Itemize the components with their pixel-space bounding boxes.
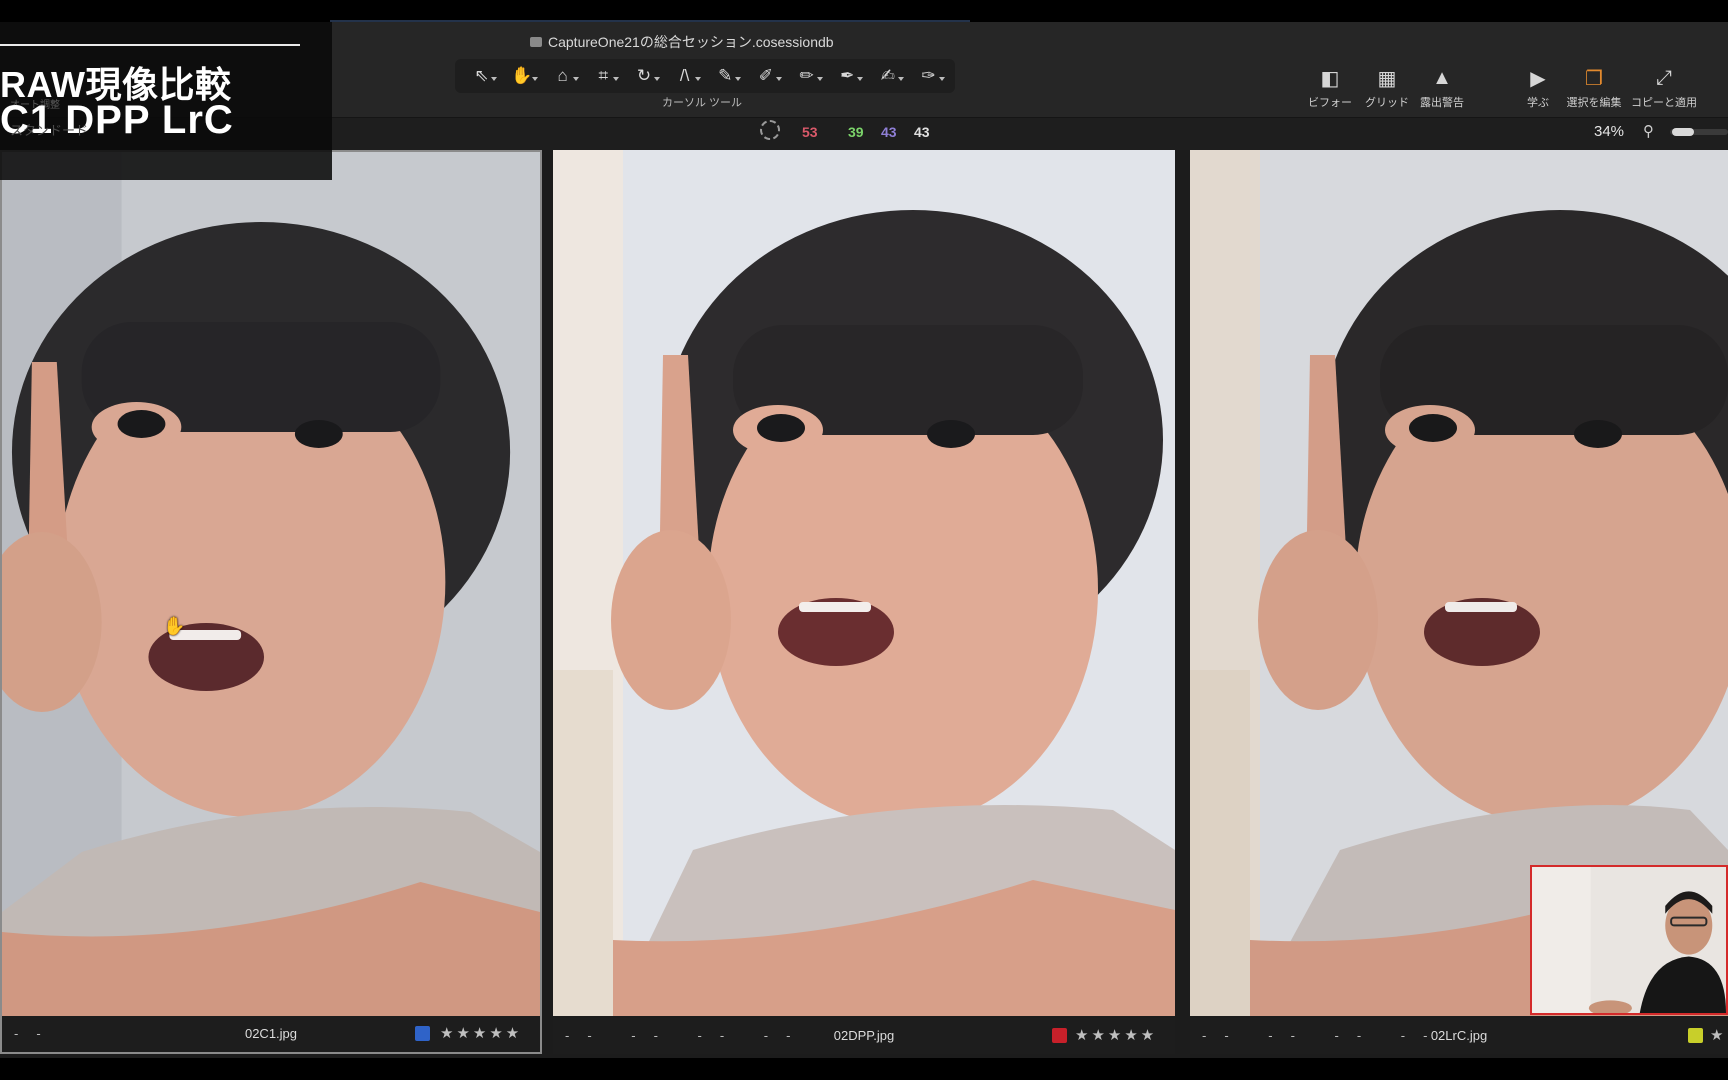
exposure-warning-button-label: 露出警告 — [1420, 97, 1464, 109]
crop-tool-icon[interactable]: ⌗ — [586, 62, 620, 90]
zoom-magnifier-icon[interactable]: ⚲ — [1643, 122, 1654, 140]
stack-icon: ❐ — [1585, 67, 1603, 90]
draw-mask-tool-icon[interactable]: ✎ — [708, 62, 742, 90]
gradient-mask-tool-icon[interactable]: ✏ — [790, 62, 824, 90]
copy-apply-button-label: コピーと適用 — [1631, 97, 1697, 109]
zoom-slider-knob[interactable] — [1672, 128, 1694, 136]
keystone-tool-icon[interactable]: /\ — [668, 62, 702, 90]
color-label-swatch[interactable] — [1052, 1028, 1067, 1043]
straighten-tool-icon[interactable]: ⌂ — [546, 62, 580, 90]
select-tool-icon[interactable]: ⇖ — [464, 62, 498, 90]
cursor-tools-label: カーソル ツール — [662, 97, 743, 109]
image-panel-c1[interactable]: -- 02C1.jpg ★★★★★ — [0, 150, 542, 1054]
rotate-tool-icon[interactable]: ↻ — [627, 62, 661, 90]
presenter-video — [1532, 867, 1726, 1013]
loading-spinner-icon — [760, 120, 780, 140]
portrait-image — [2, 152, 540, 1018]
exposure-warning-button[interactable]: ▲ 露出警告 — [1407, 62, 1477, 110]
video-title-overlay: RAW現像比較 オート調整 C1 DPP LrC スタンドード — [0, 22, 332, 180]
star-rating[interactable]: ★★★★★ — [440, 1024, 522, 1042]
healing-tool-icon[interactable]: ✍ — [871, 62, 905, 90]
picker-tool-icon[interactable]: ✒ — [830, 62, 864, 90]
caption-bar-c1: -- 02C1.jpg ★★★★★ — [2, 1016, 540, 1052]
count-green: 39 — [848, 124, 864, 140]
document-title-text: CaptureOne21の総合セッション.cosessiondb — [548, 34, 834, 50]
color-label-swatch[interactable] — [415, 1026, 430, 1041]
hand-cursor-icon: ✋ — [163, 616, 186, 636]
webcam-inset — [1530, 865, 1728, 1015]
caption-bar-lrc: -- -- -- -- 02LrC.jpg ★ — [1190, 1018, 1728, 1054]
count-red: 53 — [802, 124, 818, 140]
zoom-level: 34% — [1594, 123, 1625, 140]
bottom-black-band — [0, 1058, 1728, 1080]
warning-icon: ▲ — [1432, 66, 1452, 89]
portrait-image — [553, 150, 1175, 1016]
session-icon — [530, 37, 542, 47]
capture-one-window: CaptureOne21の総合セッション.cosessiondb ⇖ ✋ ⌂ ⌗ ↻/\… — [0, 0, 1728, 1080]
caption-bar-dpp: -- -- -- -- 02DPP.jpg ★★★★★ — [553, 1018, 1175, 1054]
document-title: CaptureOne21の総合セッション.cosessiondb — [530, 32, 834, 52]
count-total: 43 — [914, 124, 930, 140]
top-black-band — [0, 0, 1728, 23]
copy-apply-button[interactable]: ⤢ コピーと適用 — [1629, 62, 1699, 110]
overlay-ghost-label: スタンドード — [10, 123, 89, 138]
photo-c1[interactable] — [2, 152, 540, 1018]
viewer-header — [332, 118, 1728, 150]
zoom-slider[interactable] — [1670, 128, 1728, 136]
pan-hand-tool-icon[interactable]: ✋ — [505, 62, 539, 90]
edit-selected-button[interactable]: ❐ 選択を編集 — [1559, 62, 1629, 110]
erase-mask-tool-icon[interactable]: ✐ — [749, 62, 783, 90]
filename-label: 02LrC.jpg — [1430, 1028, 1488, 1043]
annotate-tool-icon[interactable]: ✑ — [912, 62, 946, 90]
star-rating[interactable]: ★★★★★ — [1075, 1026, 1157, 1044]
expand-arrow-icon: ⤢ — [1656, 66, 1672, 89]
photo-dpp[interactable] — [553, 150, 1175, 1016]
star-rating[interactable]: ★ — [1710, 1026, 1726, 1044]
cursor-tool-strip: ⇖ ✋ ⌂ ⌗ ↻/\ ✎ ✐ ✏ ✒ ✍ ✑ — [455, 59, 955, 93]
color-label-swatch[interactable] — [1688, 1028, 1703, 1043]
overlay-rule — [0, 44, 300, 46]
count-purple: 43 — [881, 124, 897, 140]
edit-selected-button-label: 選択を編集 — [1566, 97, 1622, 109]
image-panel-dpp[interactable]: -- -- -- -- 02DPP.jpg ★★★★★ — [553, 150, 1175, 1054]
